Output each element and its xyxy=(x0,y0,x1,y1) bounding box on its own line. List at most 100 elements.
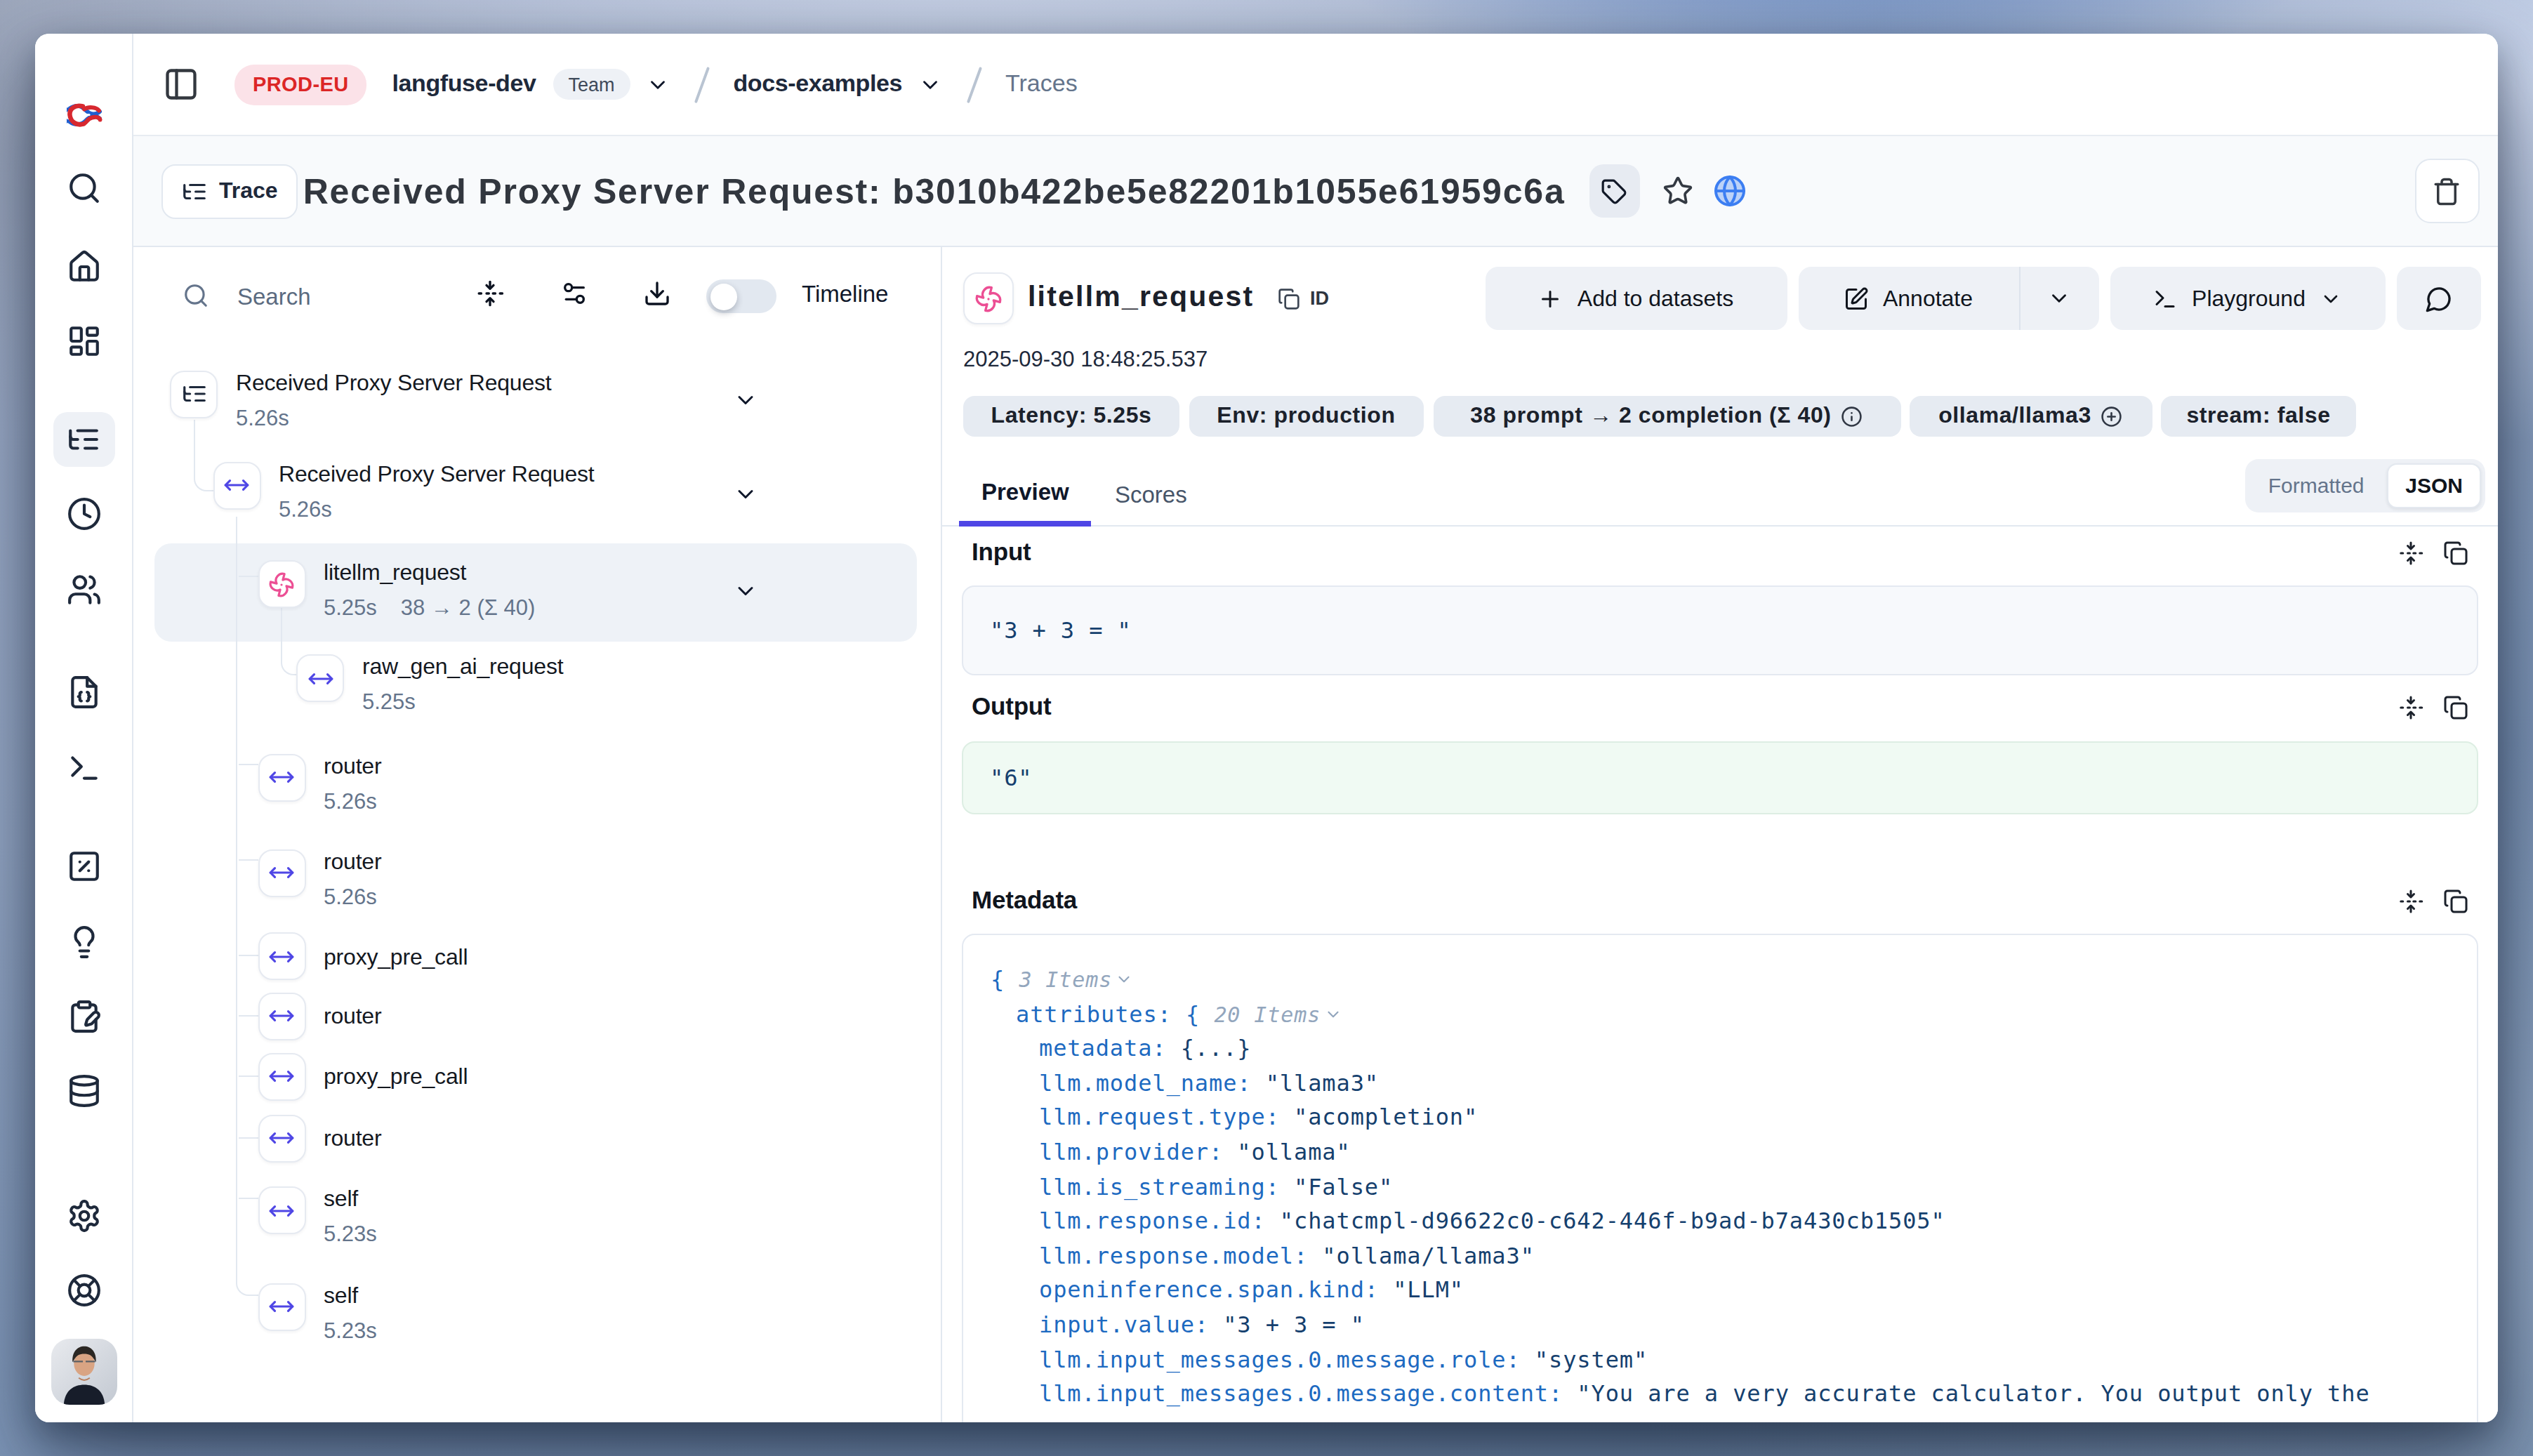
span-icon xyxy=(258,992,305,1040)
tree-node-span[interactable]: proxy_pre_call xyxy=(258,939,468,980)
tree-node-span[interactable]: raw_gen_ai_request 5.25s xyxy=(296,649,563,720)
stream-badge: stream: false xyxy=(2161,396,2356,436)
copy-icon xyxy=(2443,541,2468,566)
chevron-down-icon xyxy=(2320,287,2342,310)
annotate-button[interactable]: Annotate xyxy=(1798,286,2018,311)
tree-node-collapse-chevron[interactable] xyxy=(733,388,758,413)
input-value-box: "3 + 3 = " xyxy=(962,585,2478,675)
json-line: llm.input_messages.0.message.role: "syst… xyxy=(991,1343,2370,1377)
span-icon xyxy=(258,1283,305,1330)
json-line: llm.response.model: "ollama/llama3" xyxy=(991,1240,2370,1274)
trace-tree-icon xyxy=(181,178,208,204)
token-usage-badge[interactable]: 38 prompt → 2 completion (Σ 40) xyxy=(1433,396,1900,436)
sidebar-support-icon[interactable] xyxy=(66,1273,101,1308)
output-value-box: "6" xyxy=(962,741,2478,814)
tree-node-generation-selected[interactable]: litellm_request 5.25s38 → 2 (Σ 40) xyxy=(258,555,535,626)
sidebar-datasets-icon[interactable] xyxy=(66,1073,101,1108)
public-share-button[interactable] xyxy=(1713,174,1747,208)
sidebar-settings-icon[interactable] xyxy=(66,1198,101,1233)
tree-node-label: router xyxy=(324,843,381,878)
tree-node-collapse-chevron[interactable] xyxy=(733,578,758,604)
tab-preview[interactable]: Preview xyxy=(959,463,1092,527)
input-copy-button[interactable] xyxy=(2443,541,2468,566)
sidebar-prompts-icon[interactable] xyxy=(66,675,101,710)
tree-node-trace-root[interactable]: Received Proxy Server Request 5.26s xyxy=(170,364,552,435)
desktop-background: PROD-EU langfuse-dev Team docs-examples … xyxy=(0,0,2533,1456)
tree-node-span[interactable]: self 5.23s xyxy=(258,1181,377,1252)
tree-node-span[interactable]: self 5.23s xyxy=(258,1277,377,1348)
json-line: llm.input_messages.0.message.content: "Y… xyxy=(991,1377,2370,1412)
tree-node-span[interactable]: router 5.26s xyxy=(258,748,381,819)
comments-button[interactable] xyxy=(2396,267,2480,330)
project-chevron-down-icon[interactable] xyxy=(918,72,941,96)
input-collapse-button[interactable] xyxy=(2398,541,2423,566)
format-toggle: Formatted JSON xyxy=(2245,459,2485,512)
metadata-collapse-button[interactable] xyxy=(2398,889,2423,914)
model-badge[interactable]: ollama/llama3 xyxy=(1910,396,2152,436)
tree-node-collapse-chevron[interactable] xyxy=(733,482,758,507)
tree-node-duration: 5.23s xyxy=(324,1312,377,1348)
span-icon xyxy=(258,849,305,896)
breadcrumb-project[interactable]: docs-examples xyxy=(734,70,903,98)
format-option-json[interactable]: JSON xyxy=(2387,463,2481,508)
metadata-copy-button[interactable] xyxy=(2443,889,2468,914)
breadcrumb-section[interactable]: Traces xyxy=(1005,70,1078,98)
metadata-json-box: { 3 Items attributes: { 20 Items metadat… xyxy=(962,934,2478,1422)
span-icon xyxy=(213,461,260,509)
sidebar-sessions-icon[interactable] xyxy=(66,496,101,531)
sidebar-judge-icon[interactable] xyxy=(66,925,101,960)
tree-node-span[interactable]: router xyxy=(258,1120,381,1162)
tree-node-label: Received Proxy Server Request xyxy=(279,456,595,491)
tag-button[interactable] xyxy=(1589,164,1640,218)
square-pen-icon xyxy=(1844,286,1869,311)
tag-icon xyxy=(1601,178,1628,204)
sidebar-evals-icon[interactable] xyxy=(66,849,101,884)
tree-node-label: litellm_request xyxy=(324,555,535,590)
copy-icon xyxy=(2443,889,2468,914)
json-line[interactable]: metadata: {...} xyxy=(991,1032,2370,1066)
annotate-split-button[interactable]: Annotate xyxy=(1798,267,2098,330)
tree-node-span[interactable]: proxy_pre_call xyxy=(258,1059,468,1100)
fold-vertical-icon xyxy=(2398,889,2423,914)
sidebar-dashboard-icon[interactable] xyxy=(66,324,101,359)
tree-node-label: Received Proxy Server Request xyxy=(236,364,552,399)
observation-title: litellm_request xyxy=(1028,279,1254,313)
user-avatar[interactable] xyxy=(51,1339,117,1405)
collapse-chevron-icon xyxy=(1323,1005,1342,1023)
tree-node-span[interactable]: Received Proxy Server Request 5.26s xyxy=(213,456,595,527)
playground-button[interactable]: Playground xyxy=(2110,267,2385,330)
json-line[interactable]: { 3 Items xyxy=(991,963,2370,998)
tree-node-duration: 5.26s xyxy=(279,491,332,527)
sidebar-tracing-icon-active[interactable] xyxy=(53,412,114,467)
format-option-formatted[interactable]: Formatted xyxy=(2245,474,2387,498)
circle-plus-icon xyxy=(2101,405,2123,427)
organization-chevron-down-icon[interactable] xyxy=(646,72,670,96)
annotate-dropdown-button[interactable] xyxy=(2020,286,2098,310)
sidebar-annotation-icon[interactable] xyxy=(66,999,101,1034)
sidebar-home-icon[interactable] xyxy=(66,249,101,284)
bookmark-star-button[interactable] xyxy=(1662,176,1693,206)
copy-id-button[interactable] xyxy=(1278,288,1300,310)
sidebar-toggle-icon[interactable] xyxy=(163,66,199,102)
tree-node-span[interactable]: router 5.26s xyxy=(258,843,381,914)
organization-logo[interactable] xyxy=(65,103,102,133)
json-line: openinference.span.kind: "LLM" xyxy=(991,1274,2370,1309)
add-to-datasets-label: Add to datasets xyxy=(1578,286,1733,311)
tree-node-duration: 5.25s xyxy=(362,684,416,720)
tree-node-span[interactable]: router xyxy=(258,998,381,1040)
breadcrumb-divider xyxy=(966,66,981,102)
delete-trace-button[interactable] xyxy=(2414,159,2479,223)
fold-vertical-icon xyxy=(2398,695,2423,720)
input-section-heading: Input xyxy=(972,538,1031,567)
sidebar-playground-icon[interactable] xyxy=(66,750,101,786)
json-line[interactable]: attributes: { 20 Items xyxy=(991,998,2370,1032)
tab-scores[interactable]: Scores xyxy=(1106,463,1196,527)
sidebar-search-icon[interactable] xyxy=(66,171,101,206)
add-to-datasets-button[interactable]: Add to datasets xyxy=(1485,267,1787,330)
collapse-chevron-icon xyxy=(1115,970,1133,988)
breadcrumb-organization[interactable]: langfuse-dev xyxy=(392,70,536,98)
sidebar-users-icon[interactable] xyxy=(66,572,101,607)
output-copy-button[interactable] xyxy=(2443,695,2468,720)
output-collapse-button[interactable] xyxy=(2398,695,2423,720)
input-value: "3 + 3 = " xyxy=(990,617,1132,644)
